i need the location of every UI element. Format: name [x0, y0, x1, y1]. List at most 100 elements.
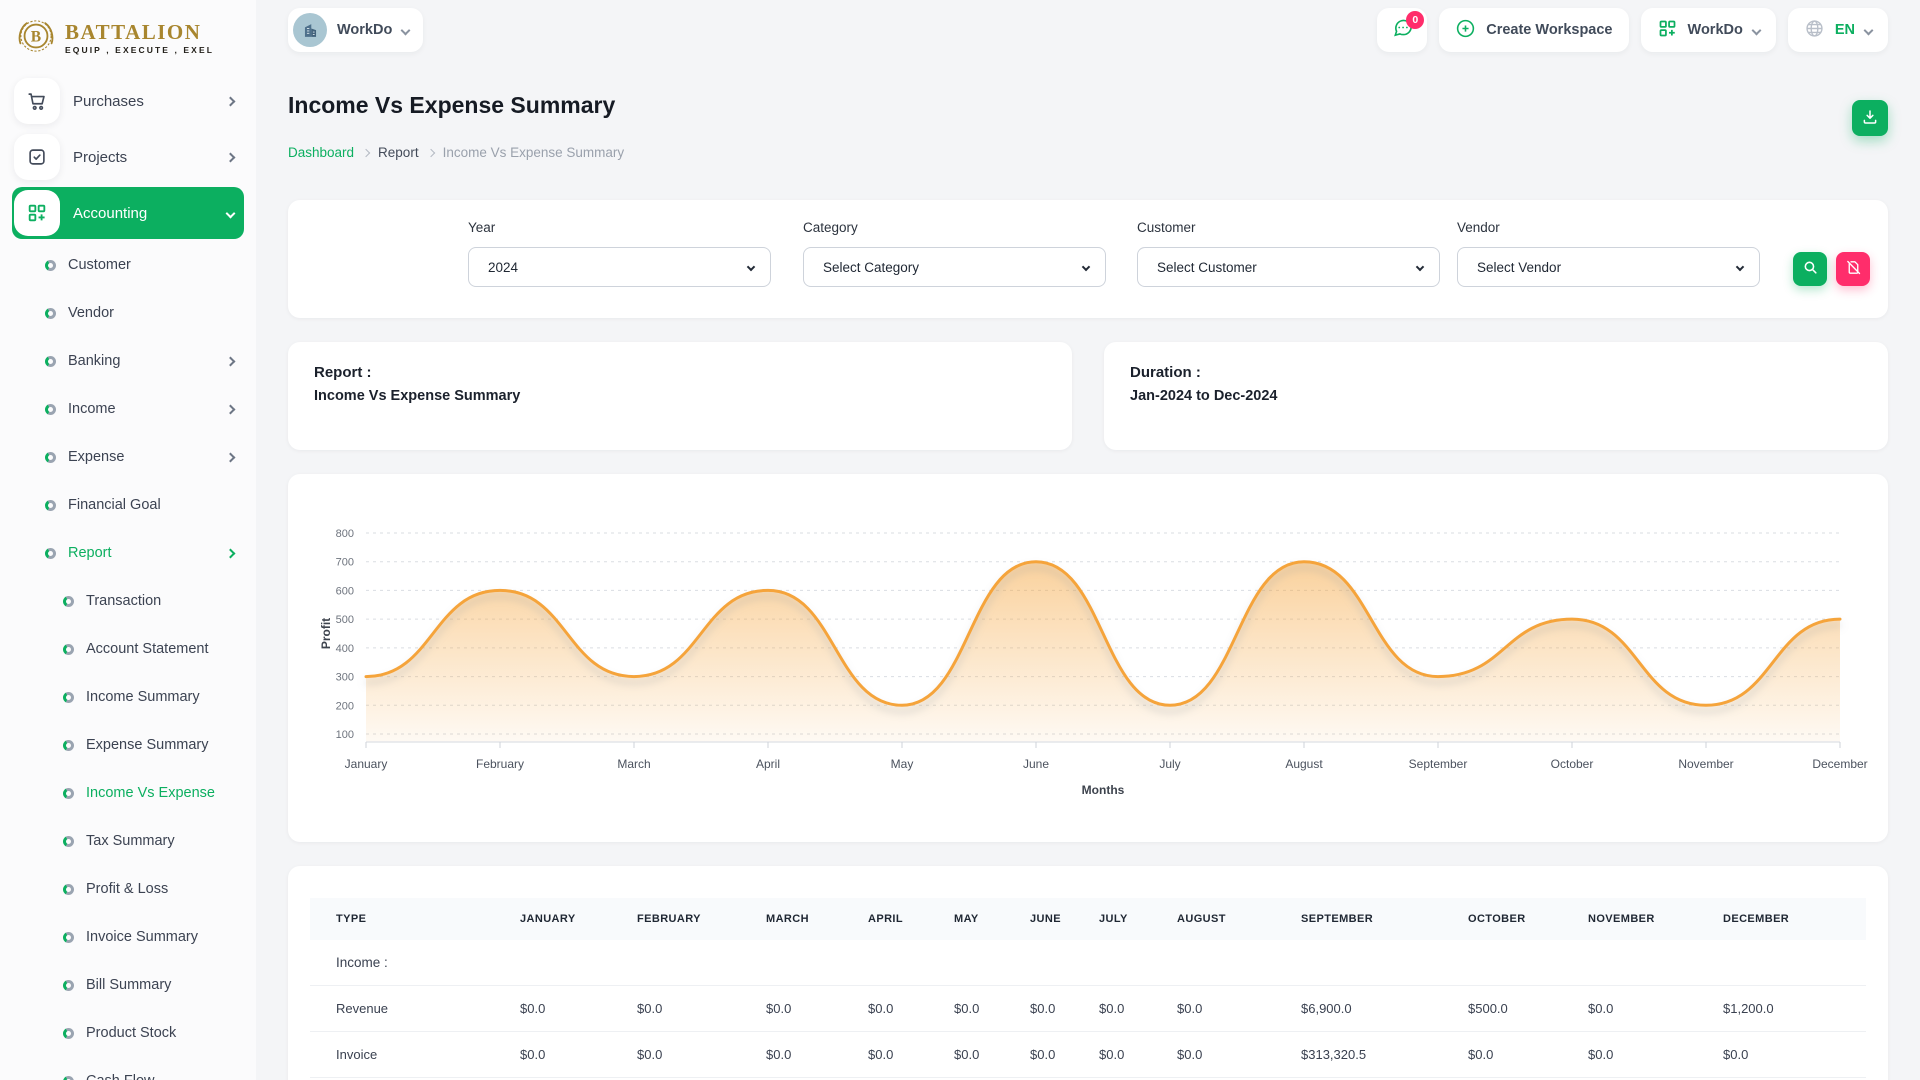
income-expense-table: TYPEJANUARYFEBRUARYMARCHAPRILMAYJUNEJULY…	[310, 898, 1866, 1080]
vendor-label: Vendor	[1457, 220, 1760, 235]
sidebar-item-vendor[interactable]: Vendor	[12, 289, 244, 337]
sidebar-item-purchases[interactable]: Purchases	[12, 73, 244, 129]
donut-icon	[63, 1028, 74, 1039]
year-select[interactable]: 2024	[468, 247, 771, 287]
svg-text:January: January	[345, 757, 388, 771]
brand-logo[interactable]: B BATTALION EQUIP , EXECUTE , EXEL	[12, 10, 244, 73]
duration-value: Jan-2024 to Dec-2024	[1130, 388, 1862, 404]
sidebar-nav: Purchases Projects Accounting Customer Vendo…	[12, 73, 244, 1080]
cell-value: $0.0	[756, 986, 858, 1032]
workspace-name: WorkDo	[337, 22, 392, 38]
sidebar-item-product-stock[interactable]: Product Stock	[12, 1009, 244, 1057]
svg-text:November: November	[1678, 757, 1733, 771]
chat-badge: 0	[1406, 11, 1424, 29]
cell-value: $0.0	[1578, 1032, 1713, 1078]
sidebar-item-label: Invoice Summary	[86, 929, 198, 945]
cell-value: $1,200.0	[1713, 986, 1866, 1032]
customer-select[interactable]: Select Customer	[1137, 247, 1440, 287]
sidebar-item-cash-flow[interactable]: Cash Flow	[12, 1057, 244, 1080]
sidebar-item-label: Financial Goal	[68, 497, 161, 513]
svg-text:200: 200	[336, 700, 354, 712]
svg-text:October: October	[1551, 757, 1594, 771]
breadcrumb-current: Income Vs Expense Summary	[443, 145, 625, 160]
donut-icon	[63, 596, 74, 607]
summary-cards: Report : Income Vs Expense Summary Durat…	[288, 342, 1888, 450]
cell-value: $0.0	[1167, 986, 1291, 1032]
category-filter: CategorySelect Category	[803, 220, 1106, 287]
svg-text:May: May	[891, 757, 914, 771]
breadcrumb-dashboard[interactable]: Dashboard	[288, 145, 354, 160]
sidebar-item-banking[interactable]: Banking	[12, 337, 244, 385]
sidebar-item-customer[interactable]: Customer	[12, 241, 244, 289]
messages-button[interactable]: 0	[1377, 8, 1427, 52]
workspace-avatar-icon	[293, 13, 327, 47]
sidebar-item-profit-loss[interactable]: Profit & Loss	[12, 865, 244, 913]
page-title: Income Vs Expense Summary	[288, 92, 615, 119]
sidebar-item-tax-summary[interactable]: Tax Summary	[12, 817, 244, 865]
brand-name: BATTALION	[65, 22, 214, 43]
sidebar-item-label: Income	[68, 401, 116, 417]
brand-tagline: EQUIP , EXECUTE , EXEL	[65, 46, 214, 55]
duration-label: Duration :	[1130, 364, 1862, 381]
donut-icon	[63, 980, 74, 991]
workdo-menu-button[interactable]: WorkDo	[1641, 8, 1776, 52]
chevron-down-icon	[1864, 25, 1874, 35]
sidebar-item-income[interactable]: Income	[12, 385, 244, 433]
vendor-select[interactable]: Select Vendor	[1457, 247, 1760, 287]
income-expense-table-card: TYPEJANUARYFEBRUARYMARCHAPRILMAYJUNEJULY…	[288, 866, 1888, 1080]
row-type: Revenue	[310, 986, 510, 1032]
category-select[interactable]: Select Category	[803, 247, 1106, 287]
column-header: TYPE	[310, 898, 510, 940]
svg-text:500: 500	[336, 614, 354, 626]
grid-plus-icon	[14, 190, 60, 236]
sidebar-item-expense-summary[interactable]: Expense Summary	[12, 721, 244, 769]
sidebar-item-accounting[interactable]: Accounting	[12, 187, 244, 239]
profit-area-chart: 800700600500400300200100JanuaryFebruaryM…	[288, 474, 1888, 842]
vendor-selected-value: Select Vendor	[1477, 260, 1561, 275]
sidebar-item-label: Income Summary	[86, 689, 200, 705]
sidebar-item-transaction[interactable]: Transaction	[12, 577, 244, 625]
clear-filter-button[interactable]	[1836, 252, 1870, 286]
sidebar: B BATTALION EQUIP , EXECUTE , EXEL Purch…	[0, 0, 256, 1080]
sidebar-item-label: Profit & Loss	[86, 881, 168, 897]
language-switcher[interactable]: EN	[1788, 8, 1888, 52]
cell-value: $0.0	[1578, 986, 1713, 1032]
cell-value: $0.0	[944, 986, 1020, 1032]
donut-icon	[63, 788, 74, 799]
sidebar-item-label: Projects	[73, 149, 127, 166]
sidebar-item-projects[interactable]: Projects	[12, 129, 244, 185]
sidebar-item-label: Customer	[68, 257, 131, 273]
sidebar-item-report[interactable]: Report	[12, 529, 244, 577]
chevron-right-icon	[426, 148, 434, 156]
sidebar-item-invoice-summary[interactable]: Invoice Summary	[12, 913, 244, 961]
download-report-button[interactable]	[1852, 100, 1888, 136]
cell-value: $0.0	[510, 1032, 627, 1078]
cell-value: $500.0	[1458, 986, 1578, 1032]
breadcrumb-report[interactable]: Report	[378, 145, 419, 160]
chevron-down-icon	[1751, 25, 1761, 35]
svg-text:300: 300	[336, 672, 354, 684]
cell-value: $0.0	[627, 1032, 756, 1078]
svg-text:100: 100	[336, 729, 354, 741]
sidebar-item-account-statement[interactable]: Account Statement	[12, 625, 244, 673]
cell-value: $0.0	[627, 986, 756, 1032]
chevron-down-icon	[226, 208, 236, 218]
svg-text:February: February	[476, 757, 524, 771]
check-square-icon	[14, 134, 60, 180]
workspace-switcher[interactable]: WorkDo	[288, 8, 423, 52]
sidebar-item-financial-goal[interactable]: Financial Goal	[12, 481, 244, 529]
create-workspace-button[interactable]: Create Workspace	[1439, 8, 1628, 52]
sidebar-item-income-vs-expense[interactable]: Income Vs Expense	[12, 769, 244, 817]
sidebar-item-income-summary[interactable]: Income Summary	[12, 673, 244, 721]
sidebar-item-expense[interactable]: Expense	[12, 433, 244, 481]
column-header: NOVEMBER	[1578, 898, 1713, 940]
sidebar-item-label: Expense Summary	[86, 737, 209, 753]
apply-filter-button[interactable]	[1793, 252, 1827, 286]
sidebar-item-bill-summary[interactable]: Bill Summary	[12, 961, 244, 1009]
column-header: OCTOBER	[1458, 898, 1578, 940]
column-header: DECEMBER	[1713, 898, 1866, 940]
donut-icon	[45, 548, 56, 559]
svg-text:April: April	[756, 757, 780, 771]
filter-panel: Year2024CategorySelect CategoryCustomerS…	[288, 200, 1888, 318]
column-header: MAY	[944, 898, 1020, 940]
